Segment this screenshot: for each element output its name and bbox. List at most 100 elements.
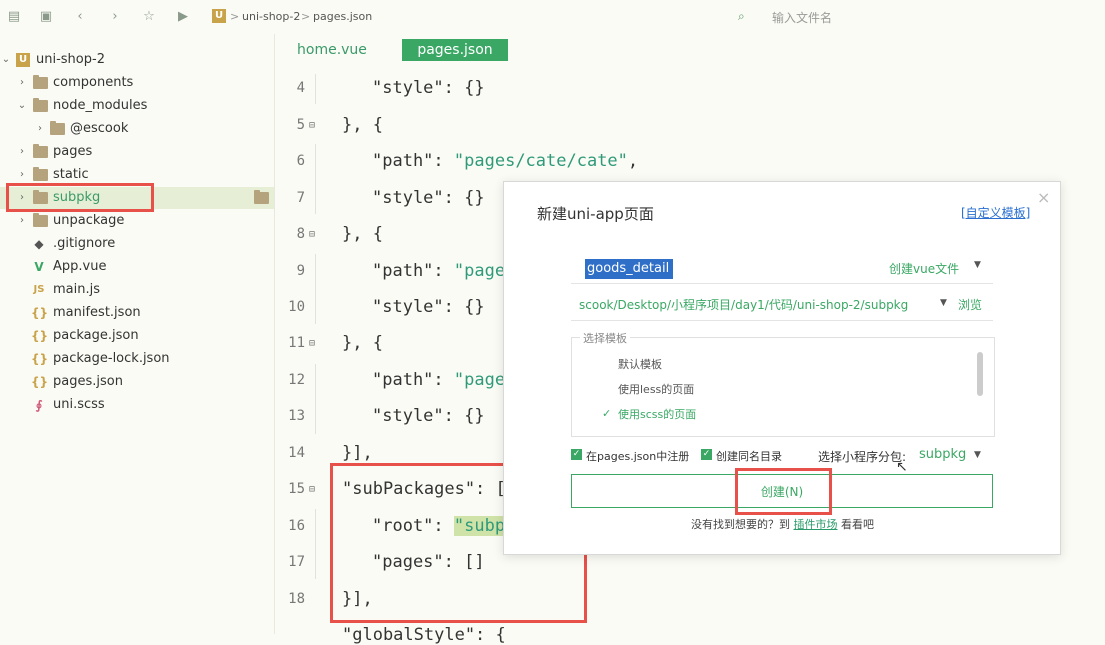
forward-icon[interactable]: › <box>107 9 123 25</box>
star-icon[interactable]: ☆ <box>141 9 157 25</box>
gitignore-icon: ◆ <box>34 237 44 251</box>
create-vue-select[interactable]: 创建vue文件 <box>889 260 959 277</box>
save-icon[interactable]: ▣ <box>38 9 54 25</box>
tree-project-root[interactable]: ⌄ U uni-shop-2 <box>0 49 274 71</box>
back-icon[interactable]: ‹ <box>72 9 88 25</box>
breadcrumb-project[interactable]: uni-shop-2 <box>242 9 300 25</box>
same-dir-checkbox[interactable]: ✓ <box>701 449 712 460</box>
tree-item-escook[interactable]: › @escook <box>0 118 274 140</box>
tree-label: package-lock.json <box>53 351 170 366</box>
fold-icon[interactable]: ⊟ <box>309 229 315 240</box>
tree-label: uni-shop-2 <box>36 52 105 67</box>
breadcrumb-file[interactable]: pages.json <box>313 9 372 25</box>
file-search-input[interactable] <box>770 8 1074 28</box>
chevron-down-icon[interactable]: ⌄ <box>16 95 28 117</box>
code-line: }, { <box>342 224 383 244</box>
scrollbar[interactable] <box>977 352 983 396</box>
fold-icon[interactable]: ⊟ <box>309 120 315 131</box>
top-toolbar: ▤ ▣ ‹ › ☆ ▶ U > uni-shop-2 > pages.json … <box>0 0 1105 34</box>
plugin-market-link[interactable]: 插件市场 <box>794 518 838 531</box>
indent-guide <box>315 509 316 579</box>
chevron-right-icon[interactable]: › <box>16 141 28 163</box>
project-logo-icon: U <box>16 53 30 67</box>
page-name-input[interactable] <box>585 259 673 279</box>
folder-icon <box>50 121 65 135</box>
template-option-default[interactable]: 默认模板 <box>618 356 662 372</box>
breadcrumb-separator: > <box>301 10 311 23</box>
chevron-down-icon[interactable]: ▼ <box>940 298 947 308</box>
divider <box>571 283 993 284</box>
divider <box>571 320 993 321</box>
register-checkbox[interactable]: ✓ <box>571 449 582 460</box>
code-line: "path": "pages/cate/cate", <box>372 151 639 171</box>
folder-icon <box>33 213 48 227</box>
code-line: "style": {} <box>372 406 485 426</box>
tree-label: components <box>53 75 134 90</box>
code-line: "style": {} <box>372 78 485 98</box>
breadcrumb-separator: > <box>230 10 240 23</box>
tree-label: pages.json <box>53 374 123 389</box>
line-number: 9 <box>296 263 305 279</box>
folder-icon[interactable] <box>254 190 269 204</box>
fold-icon[interactable]: ⊟ <box>309 484 315 495</box>
mouse-cursor-icon: ↖ <box>896 459 908 475</box>
template-option-less[interactable]: 使用less的页面 <box>618 381 694 397</box>
line-number: 10 <box>288 299 305 315</box>
folder-icon <box>33 144 48 158</box>
tree-item-package-json[interactable]: {} package.json <box>0 325 274 347</box>
template-option-scss[interactable]: 使用scss的页面 <box>618 406 696 422</box>
tree-item-node-modules[interactable]: ⌄ node_modules <box>0 95 274 117</box>
subpackage-label: 选择小程序分包: <box>818 450 907 464</box>
tree-label: manifest.json <box>53 305 141 320</box>
code-line: "style": {} <box>372 297 485 317</box>
line-number: 4 <box>296 80 305 96</box>
chevron-right-icon[interactable]: › <box>34 118 46 140</box>
line-number: 17 <box>288 554 305 570</box>
custom-template-link[interactable]: [自定义模板] <box>961 204 1030 221</box>
annotation-box-create <box>735 468 832 515</box>
subpackage-select[interactable]: subpkg <box>919 447 966 462</box>
line-number: 11 <box>288 335 305 351</box>
tree-item-unpackage[interactable]: › unpackage <box>0 210 274 232</box>
dialog-title: 新建uni-app页面 <box>537 205 654 223</box>
template-legend: 选择模板 <box>580 330 630 346</box>
tree-label: uni.scss <box>53 397 105 412</box>
code-line: }], <box>342 443 373 463</box>
tree-label: node_modules <box>53 98 148 113</box>
tree-label: pages <box>53 144 93 159</box>
tree-item-uni-scss[interactable]: ∮ uni.scss <box>0 394 274 416</box>
chevron-right-icon[interactable]: › <box>16 210 28 232</box>
vue-icon: V <box>34 260 44 274</box>
tree-item-components[interactable]: › components <box>0 72 274 94</box>
chevron-right-icon[interactable]: › <box>16 72 28 94</box>
tree-item-pages[interactable]: › pages <box>0 141 274 163</box>
chevron-down-icon[interactable]: ⌄ <box>0 49 12 71</box>
code-line: "path": "page <box>372 261 506 281</box>
tree-label: main.js <box>53 282 100 297</box>
tab-pages-json[interactable]: pages.json <box>402 39 508 61</box>
new-file-icon[interactable]: ▤ <box>6 9 22 25</box>
close-icon[interactable]: × <box>1037 188 1050 207</box>
line-number: 13 <box>288 408 305 424</box>
chevron-down-icon[interactable]: ▼ <box>974 260 981 270</box>
tree-label: unpackage <box>53 213 125 228</box>
code-line: "globalStyle": { <box>342 625 506 645</box>
page-path-field[interactable]: scook/Desktop/小程序项目/day1/代码/uni-shop-2/s… <box>579 296 908 313</box>
run-icon[interactable]: ▶ <box>175 9 191 25</box>
tree-item-main-js[interactable]: JS main.js <box>0 279 274 301</box>
tree-item-app-vue[interactable]: V App.vue <box>0 256 274 278</box>
tree-item-manifest-json[interactable]: {} manifest.json <box>0 302 274 324</box>
line-number: 15 <box>288 481 305 497</box>
line-number: 7 <box>296 190 305 206</box>
tree-item-pages-json[interactable]: {} pages.json <box>0 371 274 393</box>
fold-icon[interactable]: ⊟ <box>309 338 315 349</box>
chevron-down-icon[interactable]: ▼ <box>974 450 981 460</box>
code-line: }, { <box>342 115 383 135</box>
json-icon: {} <box>31 352 49 366</box>
tree-item-gitignore[interactable]: ◆ .gitignore <box>0 233 274 255</box>
tree-item-package-lock-json[interactable]: {} package-lock.json <box>0 348 274 370</box>
line-number: 14 <box>288 445 305 461</box>
tab-home-vue[interactable]: home.vue <box>297 39 367 61</box>
line-number: 5 <box>296 117 305 133</box>
browse-button[interactable]: 浏览 <box>958 296 982 313</box>
